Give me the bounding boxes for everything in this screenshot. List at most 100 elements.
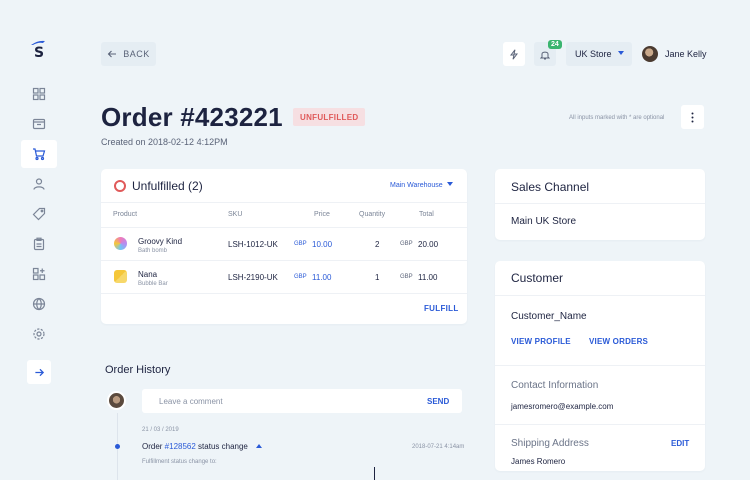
column-header-product: Product <box>113 211 138 218</box>
product-thumbnail <box>114 270 127 283</box>
globe-icon <box>32 297 46 311</box>
total-currency: GBP <box>400 274 413 280</box>
fulfill-button[interactable]: FULFILL <box>424 304 459 313</box>
unfulfilled-card: Unfulfilled (2) Main Warehouse Product S… <box>101 169 467 324</box>
product-type: Bubble Bar <box>138 281 168 287</box>
timeline-event-prefix: Order <box>142 442 165 451</box>
arrow-right-icon <box>34 368 44 376</box>
warehouse-select[interactable]: Main Warehouse <box>390 182 453 189</box>
store-select-value: UK Store <box>575 49 612 59</box>
sidebar-item-dashboard[interactable] <box>21 80 57 108</box>
row-divider <box>101 260 467 261</box>
row-divider <box>101 227 467 228</box>
row-divider <box>101 293 467 294</box>
timeline-date: 21 / 03 / 2019 <box>142 427 179 433</box>
caret-down-icon <box>618 51 624 55</box>
product-name[interactable]: Nana <box>138 270 157 279</box>
customer-name: Customer_Name <box>511 311 587 322</box>
cart-icon <box>33 148 46 161</box>
sidebar-collapse-button[interactable] <box>27 360 51 384</box>
bolt-icon <box>510 48 518 60</box>
customer-title: Customer <box>511 271 564 285</box>
product-quantity: 2 <box>375 240 380 249</box>
order-history-title: Order History <box>105 364 171 376</box>
quick-actions-button[interactable] <box>503 42 525 66</box>
sidebar-item-online-store[interactable] <box>21 290 57 318</box>
column-header-price: Price <box>314 211 330 218</box>
bell-icon <box>540 51 550 59</box>
comment-input[interactable] <box>142 389 402 413</box>
user-icon <box>33 178 45 190</box>
more-vertical-icon <box>691 112 694 122</box>
sidebar-item-inbox[interactable] <box>21 110 57 138</box>
column-header-sku: SKU <box>228 211 243 218</box>
product-thumbnail <box>114 237 127 250</box>
contact-information-label: Contact Information <box>511 380 599 391</box>
total-currency: GBP <box>400 241 413 247</box>
send-button[interactable]: SEND <box>427 397 449 406</box>
logo[interactable]: S <box>28 40 48 62</box>
optional-inputs-note: All inputs marked with * are optional <box>569 115 665 121</box>
timeline-event-suffix: status change <box>195 442 248 451</box>
back-button[interactable]: BACK <box>101 42 156 66</box>
inbox-icon <box>32 118 46 130</box>
unfulfilled-status-icon <box>114 180 126 192</box>
view-orders-link[interactable]: VIEW ORDERS <box>589 337 648 346</box>
shipping-address-label: Shipping Address <box>511 438 589 449</box>
unfulfilled-title: Unfulfilled (2) <box>132 179 203 193</box>
sales-channel-value: Main UK Store <box>511 216 577 227</box>
notification-count-badge: 24 <box>548 40 562 49</box>
user-avatar[interactable] <box>642 46 658 62</box>
settings-icon <box>33 328 45 340</box>
timeline-time: 2018-07-21 4:14am <box>412 444 465 450</box>
view-profile-link[interactable]: VIEW PROFILE <box>511 337 571 346</box>
store-select[interactable]: UK Store <box>566 42 632 66</box>
chevron-down-icon <box>446 182 453 186</box>
column-header-quantity: Quantity <box>359 211 386 218</box>
product-type: Bath bomb <box>138 248 168 254</box>
user-name[interactable]: Jane Kelly <box>665 49 707 59</box>
page-title: Order #423221 <box>101 102 283 132</box>
sidebar-item-customers[interactable] <box>21 170 57 198</box>
comment-box: SEND <box>142 389 462 413</box>
warehouse-select-value: Main Warehouse <box>390 182 443 189</box>
divider <box>495 365 705 366</box>
product-quantity: 1 <box>375 273 380 282</box>
price-currency: GBP <box>294 241 307 247</box>
sidebar-item-reports[interactable] <box>21 230 57 258</box>
sidebar-item-settings[interactable] <box>21 320 57 348</box>
timeline-detail: Fulfillment status change to: <box>142 459 217 465</box>
sidebar-item-apps[interactable] <box>21 260 57 288</box>
more-options-button[interactable] <box>681 105 704 129</box>
divider <box>495 295 705 296</box>
caret-up-icon[interactable] <box>255 444 262 448</box>
sales-channel-title: Sales Channel <box>511 180 590 194</box>
dashboard-icon <box>32 87 46 101</box>
avatar <box>107 391 126 410</box>
product-sku: LSH-2190-UK <box>228 273 278 282</box>
product-name[interactable]: Groovy Kind <box>138 237 182 246</box>
sidebar-item-products[interactable] <box>21 200 57 228</box>
product-total: 20.00 <box>418 240 439 249</box>
sales-channel-card: Sales Channel Main UK Store <box>495 169 705 240</box>
timeline-event: Order #128562 status change <box>142 442 262 451</box>
price-currency: GBP <box>294 274 307 280</box>
arrow-left-icon <box>107 50 117 58</box>
apps-icon <box>32 267 46 281</box>
product-total: 11.00 <box>418 273 438 282</box>
timeline-dot <box>115 444 120 449</box>
sidebar-item-orders[interactable] <box>21 140 57 168</box>
column-header-total: Total <box>419 211 434 218</box>
sidebar: S <box>0 0 78 480</box>
tag-icon <box>32 207 46 221</box>
logo-letter: S <box>34 45 45 61</box>
customer-email: jamesromero@example.com <box>511 402 614 411</box>
product-price: 10.00 <box>312 240 333 249</box>
divider <box>495 424 705 425</box>
edit-shipping-button[interactable]: EDIT <box>671 439 689 448</box>
order-link[interactable]: #128562 <box>165 442 196 451</box>
text-cursor <box>374 467 375 480</box>
back-label: BACK <box>123 49 150 59</box>
divider <box>495 203 705 204</box>
shipping-name: James Romero <box>511 457 566 466</box>
